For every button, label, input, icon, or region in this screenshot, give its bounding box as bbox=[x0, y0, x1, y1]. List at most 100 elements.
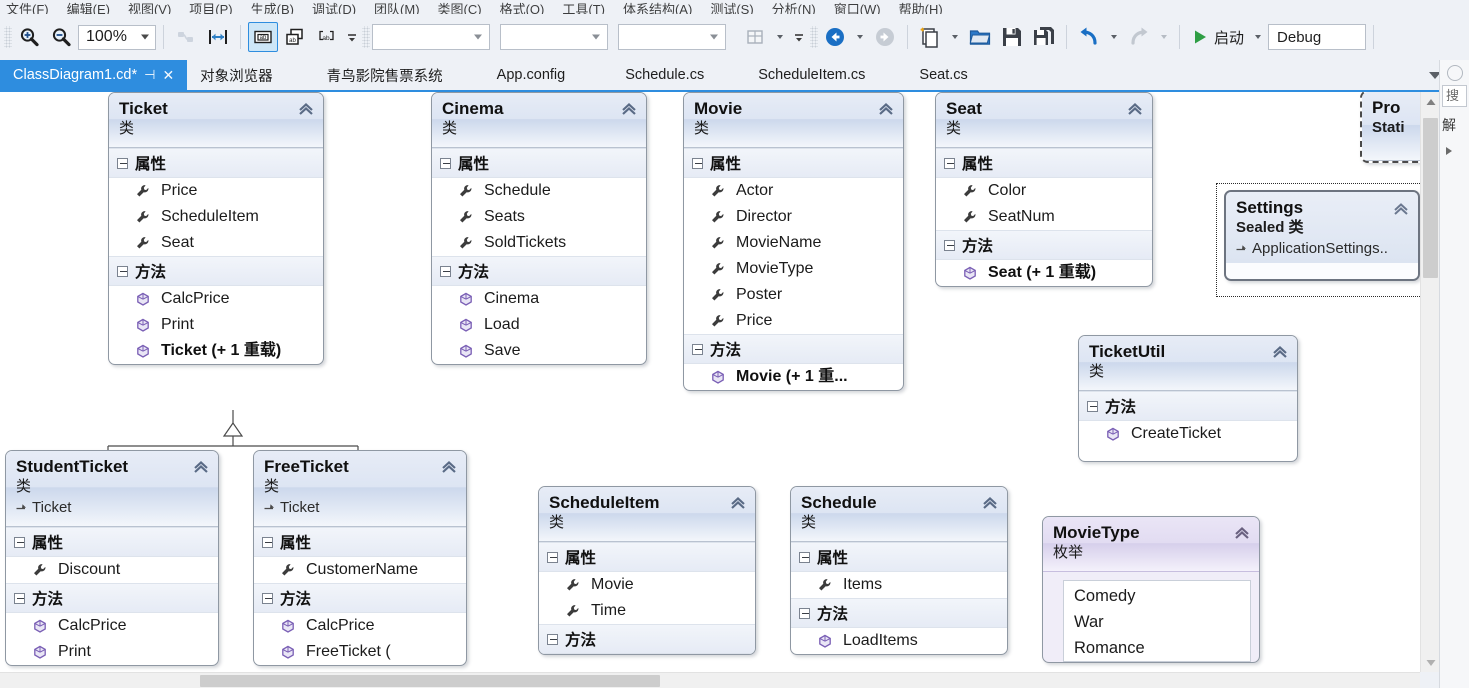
scroll-up-button[interactable] bbox=[1421, 92, 1440, 111]
display-collapsed-button[interactable]: ab bbox=[312, 22, 342, 52]
solution-configuration-combobox[interactable]: Debug bbox=[1268, 24, 1367, 50]
collapse-box-icon[interactable] bbox=[440, 157, 451, 169]
tab-seat-cs[interactable]: Seat.cs bbox=[906, 60, 980, 90]
collapse-chevron-icon[interactable] bbox=[297, 100, 315, 118]
start-debug-button[interactable]: 启动 bbox=[1187, 23, 1248, 51]
search-input[interactable]: 搜 bbox=[1442, 85, 1467, 107]
member-row[interactable]: CalcPrice bbox=[6, 613, 218, 639]
class-shape-freeticket[interactable]: FreeTicket 类 Ticket 属性 CustomerName 方法 C… bbox=[253, 450, 467, 666]
class-header[interactable]: Pro Stati bbox=[1362, 92, 1420, 161]
collapse-box-icon[interactable] bbox=[117, 157, 128, 169]
enum-value-row[interactable]: Comedy bbox=[1064, 583, 1250, 609]
member-row[interactable]: SoldTickets bbox=[432, 230, 646, 256]
class-header[interactable]: StudentTicket 类 Ticket bbox=[6, 451, 218, 527]
class-shape-schedule[interactable]: Schedule 类 属性 Items 方法 LoadItems bbox=[790, 486, 1008, 655]
menu-item-project[interactable]: 项目(P) bbox=[189, 3, 232, 15]
collapse-box-icon[interactable] bbox=[14, 536, 25, 548]
collapse-box-icon[interactable] bbox=[262, 536, 273, 548]
display-name-button[interactable]: ab bbox=[248, 22, 278, 52]
tab-app-config[interactable]: App.config bbox=[484, 60, 579, 90]
class-header[interactable]: Movie 类 bbox=[684, 93, 903, 148]
member-row[interactable]: Poster bbox=[684, 282, 903, 308]
member-row[interactable]: Time bbox=[539, 598, 755, 624]
member-row[interactable]: FreeTicket ( bbox=[254, 639, 466, 665]
collapse-box-icon[interactable] bbox=[547, 551, 558, 563]
enum-value-row[interactable]: Romance bbox=[1064, 635, 1250, 661]
member-row[interactable]: CalcPrice bbox=[109, 286, 323, 312]
tree-expander-icon[interactable] bbox=[1446, 147, 1452, 155]
class-shape-ticketutil[interactable]: TicketUtil 类 方法 CreateTicket bbox=[1078, 335, 1298, 462]
group-methods[interactable]: 方法 bbox=[109, 256, 323, 286]
member-row[interactable]: MovieName bbox=[684, 230, 903, 256]
class-shape-movie[interactable]: Movie 类 属性 Actor Director MovieName Movi… bbox=[683, 92, 904, 391]
display-full-signature-button[interactable]: ab bbox=[280, 22, 310, 52]
canvas-horizontal-scrollbar[interactable] bbox=[0, 672, 1420, 688]
collapse-chevron-icon[interactable] bbox=[192, 458, 210, 476]
menu-item-help[interactable]: 帮助(H) bbox=[899, 3, 943, 15]
class-header[interactable]: TicketUtil 类 bbox=[1079, 336, 1297, 391]
member-row[interactable]: Price bbox=[684, 308, 903, 334]
member-row[interactable]: SeatNum bbox=[936, 204, 1152, 230]
member-row[interactable]: ScheduleItem bbox=[109, 204, 323, 230]
class-header[interactable]: Settings Sealed 类 ApplicationSettings.. bbox=[1226, 192, 1418, 263]
group-properties[interactable]: 属性 bbox=[109, 148, 323, 178]
enum-values-list[interactable]: Comedy War Romance bbox=[1063, 580, 1251, 662]
toolbar-overflow-2-button[interactable] bbox=[790, 22, 808, 52]
class-shape-scheduleitem[interactable]: ScheduleItem 类 属性 Movie Time 方法 bbox=[538, 486, 756, 655]
member-row[interactable]: Movie bbox=[539, 572, 755, 598]
member-row[interactable]: Director bbox=[684, 204, 903, 230]
zoom-in-button[interactable] bbox=[14, 22, 44, 52]
member-row[interactable]: Load bbox=[432, 312, 646, 338]
collapse-box-icon[interactable] bbox=[944, 239, 955, 251]
menu-item-debug[interactable]: 调试(D) bbox=[312, 3, 356, 15]
menu-item-classdiagram[interactable]: 类图(C) bbox=[438, 3, 482, 15]
window-layout-button[interactable] bbox=[740, 22, 770, 52]
member-row[interactable]: Print bbox=[109, 312, 323, 338]
member-row[interactable]: Save bbox=[432, 338, 646, 364]
class-shape-settings[interactable]: Settings Sealed 类 ApplicationSettings.. bbox=[1224, 190, 1420, 281]
collapse-chevron-icon[interactable] bbox=[1233, 524, 1251, 542]
group-properties[interactable]: 属性 bbox=[539, 542, 755, 572]
enum-shape-movietype[interactable]: MovieType 枚举 Comedy War Romance bbox=[1042, 516, 1260, 663]
close-icon[interactable]: ✕ bbox=[162, 67, 174, 84]
menu-item-edit[interactable]: 编辑(E) bbox=[67, 3, 110, 15]
menu-item-architecture[interactable]: 体系结构(A) bbox=[623, 3, 692, 15]
member-row[interactable]: Items bbox=[791, 572, 1007, 598]
refresh-icon[interactable] bbox=[1446, 65, 1463, 81]
collapse-box-icon[interactable] bbox=[440, 265, 451, 277]
collapse-box-icon[interactable] bbox=[944, 157, 955, 169]
scroll-thumb[interactable] bbox=[1423, 118, 1438, 278]
collapse-chevron-icon[interactable] bbox=[1271, 343, 1289, 361]
collapse-chevron-icon[interactable] bbox=[440, 458, 458, 476]
toolbar-grip-3[interactable] bbox=[810, 26, 818, 48]
group-methods[interactable]: 方法 bbox=[6, 583, 218, 613]
member-row[interactable]: Cinema bbox=[432, 286, 646, 312]
toolbar-grip-2[interactable] bbox=[362, 26, 370, 48]
collapse-box-icon[interactable] bbox=[14, 592, 25, 604]
member-row[interactable]: Print bbox=[6, 639, 218, 665]
undo-dropdown[interactable] bbox=[1106, 22, 1122, 52]
member-row[interactable]: Color bbox=[936, 178, 1152, 204]
fit-width-button[interactable] bbox=[203, 22, 233, 52]
tab-object-browser[interactable]: 对象浏览器 bbox=[187, 60, 286, 90]
collapse-box-icon[interactable] bbox=[117, 265, 128, 277]
collapse-chevron-icon[interactable] bbox=[877, 100, 895, 118]
member-row[interactable]: CustomerName bbox=[254, 557, 466, 583]
tab-classdiagram1[interactable]: ClassDiagram1.cd* ⊣ ✕ bbox=[0, 60, 188, 90]
class-shape-studentticket[interactable]: StudentTicket 类 Ticket 属性 Discount 方法 Ca… bbox=[5, 450, 219, 666]
member-row[interactable]: Actor bbox=[684, 178, 903, 204]
menu-item-test[interactable]: 测试(S) bbox=[710, 3, 753, 15]
group-methods[interactable]: 方法 bbox=[791, 598, 1007, 628]
new-item-dropdown[interactable] bbox=[947, 22, 963, 52]
navigate-back-button[interactable] bbox=[820, 22, 850, 52]
collapse-chevron-icon[interactable] bbox=[620, 100, 638, 118]
collapse-box-icon[interactable] bbox=[1087, 400, 1098, 412]
member-row[interactable]: MovieType bbox=[684, 256, 903, 282]
canvas-vertical-scrollbar[interactable] bbox=[1420, 92, 1439, 672]
collapse-box-icon[interactable] bbox=[547, 633, 558, 645]
menu-item-tools[interactable]: 工具(T) bbox=[562, 3, 605, 15]
pin-icon[interactable]: ⊣ bbox=[144, 67, 155, 83]
group-properties[interactable]: 属性 bbox=[6, 527, 218, 557]
tab-scheduleitem-cs[interactable]: ScheduleItem.cs bbox=[745, 60, 878, 90]
save-all-button[interactable] bbox=[1029, 22, 1059, 52]
